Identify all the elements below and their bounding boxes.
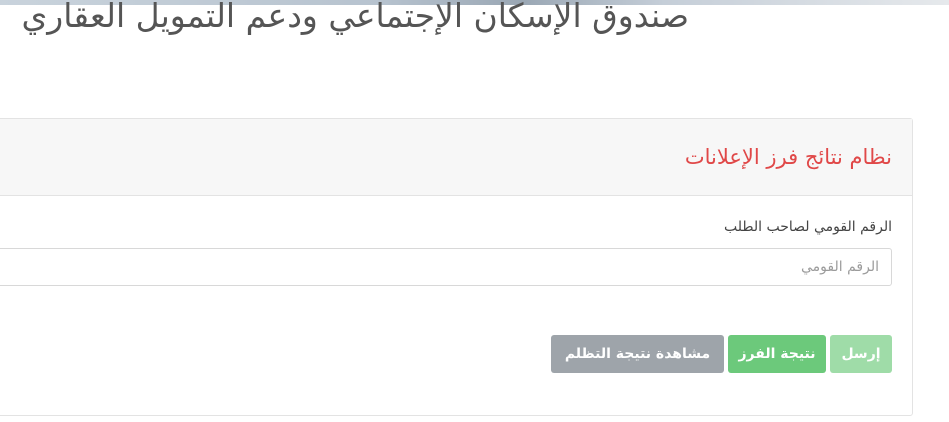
submit-button[interactable]: إرسل: [830, 335, 892, 373]
action-buttons: إرسل نتيجة الفرز مشاهدة نتيجة التظلم: [551, 335, 892, 373]
national-id-input[interactable]: [0, 248, 892, 286]
panel-header: نظام نتائج فرز الإعلانات: [0, 119, 912, 196]
page-title: صندوق الإسكان الإجتماعي ودعم التمويل الع…: [21, 0, 689, 35]
panel-title: نظام نتائج فرز الإعلانات: [684, 145, 892, 169]
results-panel: نظام نتائج فرز الإعلانات الرقم القومي لص…: [0, 118, 913, 416]
sort-result-button[interactable]: نتيجة الفرز: [728, 335, 826, 373]
appeal-result-button[interactable]: مشاهدة نتيجة التظلم: [551, 335, 724, 373]
national-id-label: الرقم القومي لصاحب الطلب: [724, 219, 892, 235]
